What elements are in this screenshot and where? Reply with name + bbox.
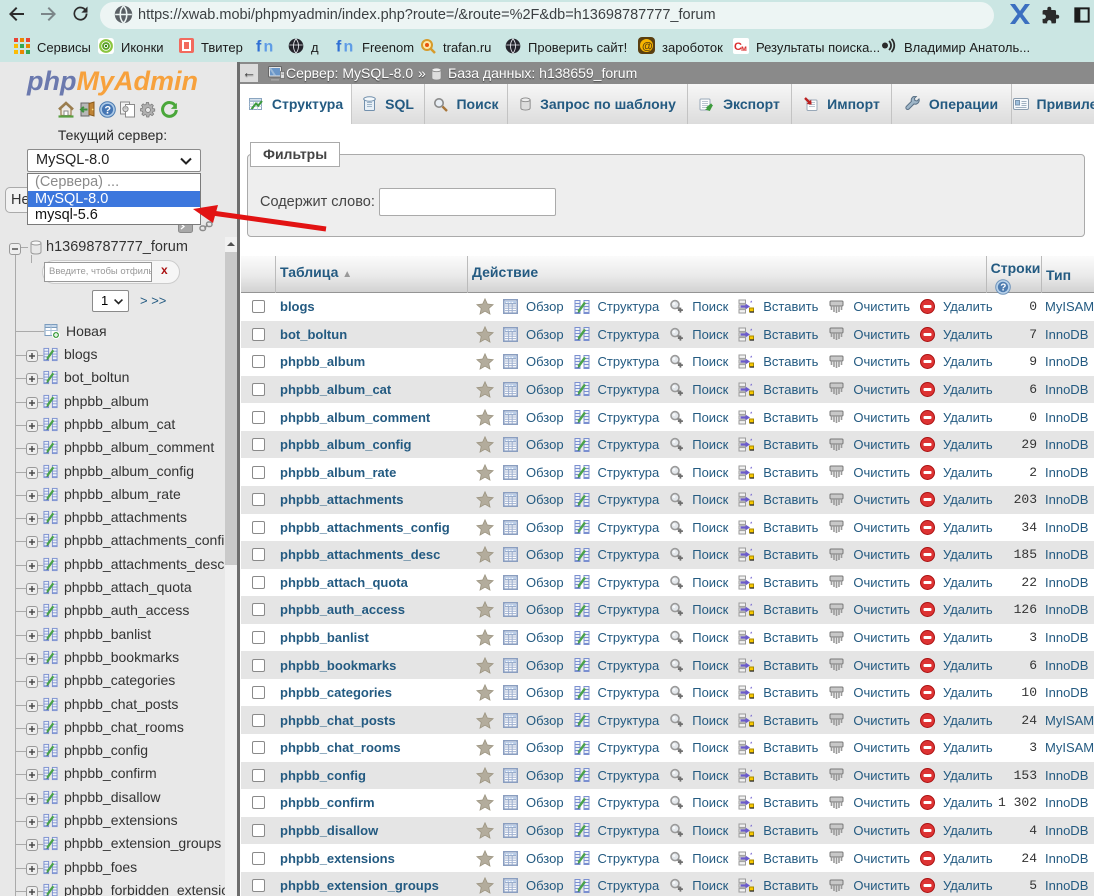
svg-text:?: ? xyxy=(104,105,111,117)
svg-text:?: ? xyxy=(1000,283,1006,294)
svg-text:n: n xyxy=(344,38,354,54)
svg-text:f: f xyxy=(256,38,262,54)
svg-text:@: @ xyxy=(642,41,653,53)
svg-text:n: n xyxy=(264,38,274,54)
svg-text:м: м xyxy=(741,44,747,53)
svg-text:f: f xyxy=(336,38,342,54)
